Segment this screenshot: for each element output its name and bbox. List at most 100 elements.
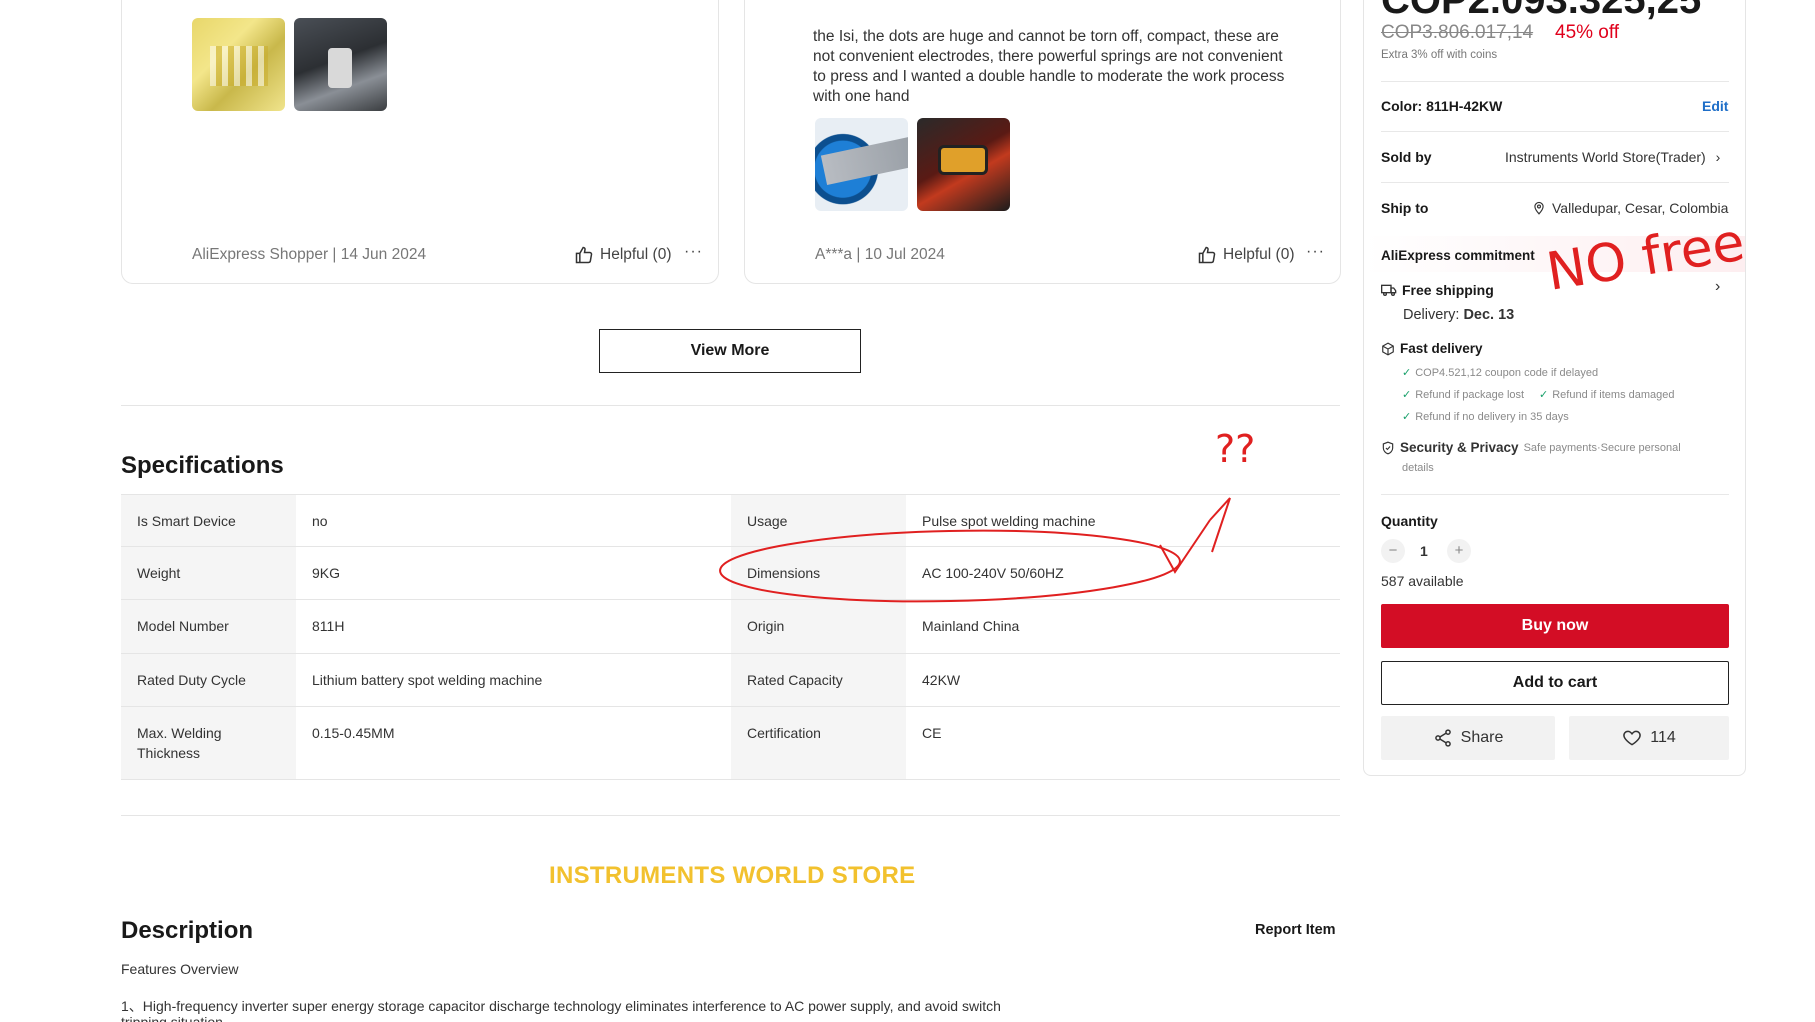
guarantee-text: COP4.521,12 coupon code if delayed xyxy=(1415,367,1599,379)
spec-row: Weight 9KG Dimensions AC 100-240V 50/60H… xyxy=(121,547,1340,600)
package-icon xyxy=(1382,341,1394,356)
security-desc: details xyxy=(1402,462,1434,474)
review-photo[interactable] xyxy=(917,118,1010,211)
spec-key: Rated Duty Cycle xyxy=(121,654,296,706)
description-text: 1、High-frequency inverter super energy s… xyxy=(121,998,1001,1014)
more-options-icon[interactable]: ··· xyxy=(684,243,703,261)
original-price: COP3.806.017,14 xyxy=(1381,22,1534,43)
specifications-title: Specifications xyxy=(121,452,284,479)
spec-value: no xyxy=(312,513,328,529)
review-author-date: A***a | 10 Jul 2024 xyxy=(815,246,945,263)
spec-value: Mainland China xyxy=(922,618,1020,634)
review-photo[interactable] xyxy=(294,18,387,111)
helpful-label: Helpful (0) xyxy=(600,246,672,263)
chevron-right-icon[interactable]: › xyxy=(1715,278,1720,296)
check-icon: ✓ xyxy=(1402,367,1412,379)
spec-value: 811H xyxy=(312,618,345,634)
shield-check-icon xyxy=(1382,441,1394,454)
spec-value: 0.15-0.45MM xyxy=(312,725,395,741)
check-icon: ✓ xyxy=(1539,389,1549,401)
review-photo[interactable] xyxy=(815,118,908,211)
quantity-decrease-button[interactable]: − xyxy=(1381,539,1405,563)
share-button[interactable]: Share xyxy=(1381,716,1555,760)
spec-key: Dimensions xyxy=(731,547,906,599)
spec-key: Certification xyxy=(731,707,906,779)
spec-value: Lithium battery spot welding machine xyxy=(312,672,543,688)
annotation-question: ?? xyxy=(1215,427,1255,471)
quantity-label: Quantity xyxy=(1381,513,1438,529)
spec-row: Rated Duty Cycle Lithium battery spot we… xyxy=(121,654,1340,707)
buy-now-button[interactable]: Buy now xyxy=(1381,604,1729,648)
free-shipping-row[interactable]: Free shipping xyxy=(1381,282,1494,298)
fast-delivery-label: Fast delivery xyxy=(1400,341,1483,356)
check-icon: ✓ xyxy=(1402,389,1412,401)
view-more-button[interactable]: View More xyxy=(599,329,861,373)
spec-key: Rated Capacity xyxy=(731,654,906,706)
spec-value: Pulse spot welding machine xyxy=(922,513,1096,529)
seller-link[interactable]: Instruments World Store(Trader) › xyxy=(1505,149,1720,165)
spec-value: 9KG xyxy=(312,565,341,581)
wishlist-count: 114 xyxy=(1650,729,1676,746)
divider xyxy=(1381,131,1729,132)
review-text-line: to press and I wanted a double handle to… xyxy=(813,68,1285,85)
chevron-right-icon: › xyxy=(1715,149,1721,165)
share-icon xyxy=(1434,729,1451,747)
spec-value: CE xyxy=(922,725,942,741)
delivery-guarantee: ✓ Refund if no delivery in 35 days xyxy=(1402,410,1569,423)
ship-to-value: Valledupar, Cesar, Colombia xyxy=(1552,200,1729,216)
review-text: the Isi, the dots are huge and cannot be… xyxy=(813,27,1313,107)
spec-row: Is Smart Device no Usage Pulse spot weld… xyxy=(121,494,1340,547)
edit-color-link[interactable]: Edit xyxy=(1702,98,1728,114)
report-item-link[interactable]: Report Item xyxy=(1255,922,1336,938)
add-to-cart-button[interactable]: Add to cart xyxy=(1381,661,1729,705)
security-privacy-row: Security & Privacy Safe payments·Secure … xyxy=(1381,440,1681,455)
share-label: Share xyxy=(1460,729,1504,746)
selected-color: Color: 811H-42KW xyxy=(1381,98,1503,114)
quantity-value[interactable]: 1 xyxy=(1420,543,1428,559)
spec-value: 42KW xyxy=(922,672,961,688)
divider xyxy=(1381,81,1729,82)
review-photo[interactable] xyxy=(192,18,285,111)
review-text-line: with one hand xyxy=(813,88,910,105)
delivery-prefix: Delivery: xyxy=(1403,307,1460,323)
free-shipping-label: Free shipping xyxy=(1402,282,1494,298)
helpful-button[interactable]: Helpful (0) xyxy=(1197,245,1295,265)
heart-icon xyxy=(1623,730,1642,746)
spec-key: Is Smart Device xyxy=(121,495,296,546)
spec-key: Model Number xyxy=(121,600,296,653)
fast-delivery-row: Fast delivery xyxy=(1381,341,1483,356)
more-options-icon[interactable]: ··· xyxy=(1306,243,1325,261)
spec-row: Model Number 811H Origin Mainland China xyxy=(121,600,1340,654)
spec-key: Usage xyxy=(731,495,906,546)
divider xyxy=(121,815,1340,816)
thumbs-up-icon xyxy=(1198,246,1216,264)
spec-value: AC 100-240V 50/60HZ xyxy=(922,565,1064,581)
spec-key: Weight xyxy=(121,547,296,599)
store-banner: INSTRUMENTS WORLD STORE xyxy=(549,862,916,889)
spec-key: Max. Welding Thickness xyxy=(121,707,296,779)
wishlist-button[interactable]: 114 xyxy=(1569,716,1729,760)
divider xyxy=(1381,182,1729,183)
review-author-date: AliExpress Shopper | 14 Jun 2024 xyxy=(192,246,427,263)
guarantee-text: Refund if no delivery in 35 days xyxy=(1415,411,1569,423)
delivery-guarantee: ✓ Refund if package lost xyxy=(1402,388,1524,401)
current-price: COP2.093.325,25 xyxy=(1381,0,1702,22)
location-pin-icon xyxy=(1534,201,1544,215)
guarantee-text: Refund if items damaged xyxy=(1552,389,1675,401)
coins-note: Extra 3% off with coins xyxy=(1381,49,1498,61)
ship-to-selector[interactable]: Valledupar, Cesar, Colombia xyxy=(1532,200,1728,216)
stock-available: 587 available xyxy=(1381,573,1464,589)
delivery-guarantee: ✓ Refund if items damaged xyxy=(1539,388,1675,401)
truck-icon xyxy=(1381,284,1397,296)
helpful-button[interactable]: Helpful (0) xyxy=(574,245,672,265)
quantity-increase-button[interactable]: + xyxy=(1447,539,1471,563)
security-title: Security & Privacy xyxy=(1400,440,1519,455)
review-text-line: not convenient electrodes, there powerfu… xyxy=(813,48,1283,65)
ship-to-label: Ship to xyxy=(1381,200,1429,216)
sold-by-label: Sold by xyxy=(1381,149,1432,165)
divider xyxy=(1381,494,1729,495)
guarantee-text: Refund if package lost xyxy=(1415,389,1525,401)
delivery-date: Dec. 13 xyxy=(1463,307,1515,323)
security-desc: Safe payments·Secure personal xyxy=(1523,441,1681,454)
check-icon: ✓ xyxy=(1402,411,1412,423)
